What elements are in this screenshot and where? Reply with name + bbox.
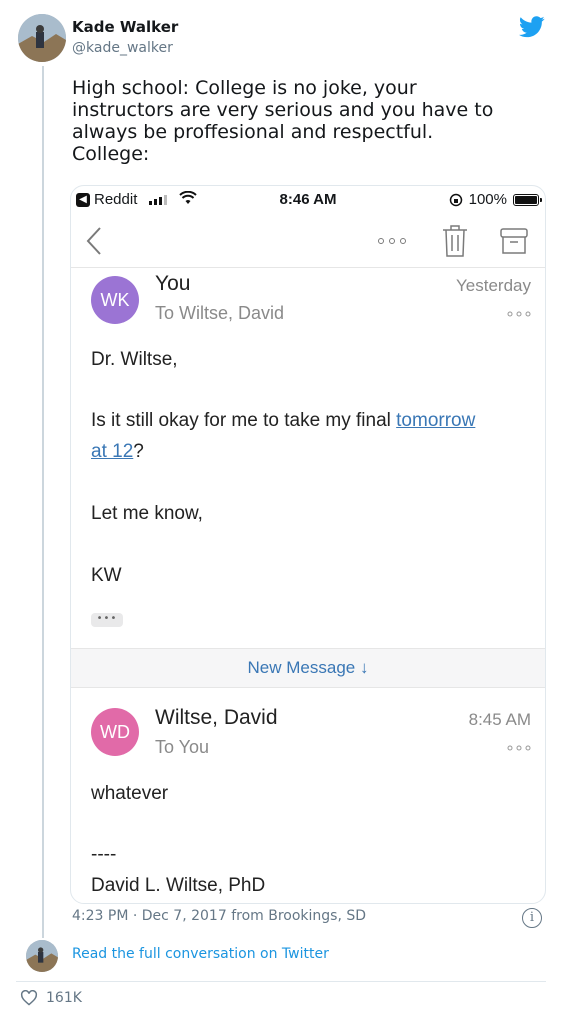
- message-text: Is it still okay for me to take my final: [91, 410, 397, 431]
- time-link[interactable]: at 12: [91, 441, 133, 462]
- battery-percent: 100%: [468, 191, 507, 208]
- email-toolbar: [71, 214, 545, 268]
- message-signoff: KW: [91, 565, 122, 586]
- signature: David L. Wiltse, PhD: [91, 875, 266, 896]
- message-closing: Let me know,: [91, 503, 203, 524]
- tweet-line: always be proffesional and respectful.: [72, 121, 434, 143]
- tweet-line: instructors are very serious and you hav…: [72, 99, 494, 121]
- small-avatar[interactable]: [26, 940, 58, 972]
- avatar[interactable]: WD: [91, 708, 139, 756]
- sender-name: You: [155, 272, 191, 295]
- message-time: Yesterday: [456, 276, 531, 295]
- like-button[interactable]: 161K: [20, 990, 82, 1006]
- message-body: whatever: [91, 783, 169, 804]
- back-chevron-icon[interactable]: [85, 226, 103, 256]
- tweet-text: High school: College is no joke, your in…: [72, 77, 542, 165]
- heart-icon: [20, 990, 38, 1006]
- avatar[interactable]: WK: [91, 276, 139, 324]
- battery-icon: [513, 193, 542, 206]
- message-line: Is it still okay for me to take my final…: [91, 410, 475, 432]
- message-text: ?: [133, 441, 144, 462]
- divider: [16, 981, 546, 982]
- new-message-banner[interactable]: New Message ↓: [71, 648, 545, 688]
- like-count: 161K: [46, 990, 82, 1006]
- message-line: at 12?: [91, 441, 144, 463]
- twitter-bird-icon[interactable]: [519, 16, 545, 38]
- author-handle[interactable]: @kade_walker: [72, 40, 173, 56]
- author-name[interactable]: Kade Walker: [72, 18, 178, 36]
- info-icon[interactable]: i: [522, 908, 542, 928]
- recipient: To Wiltse, David: [155, 303, 285, 323]
- message-time: 8:45 AM: [468, 710, 531, 729]
- message-more-icon[interactable]: [507, 745, 531, 751]
- trash-icon[interactable]: [441, 224, 469, 258]
- recipient: To You: [155, 737, 210, 757]
- date-link[interactable]: tomorrow: [396, 410, 475, 431]
- tweet-timestamp[interactable]: 4:23 PM · Dec 7, 2017 from Brookings, SD: [72, 908, 366, 924]
- archive-icon[interactable]: [499, 226, 529, 256]
- show-quoted-button[interactable]: •••: [91, 613, 123, 627]
- status-bar: ◀ Reddit 8:46 AM 100%: [71, 186, 545, 214]
- tweet-line: High school: College is no joke, your: [72, 77, 417, 99]
- email-screenshot[interactable]: ◀ Reddit 8:46 AM 100% WK You To Wiltse, …: [70, 185, 546, 904]
- sender-name: Wiltse, David: [155, 706, 278, 729]
- signature-separator: ----: [91, 844, 117, 865]
- read-conversation-link[interactable]: Read the full conversation on Twitter: [72, 946, 329, 962]
- author-avatar[interactable]: [18, 14, 66, 62]
- message-more-icon[interactable]: [507, 311, 531, 317]
- message-greeting: Dr. Wiltse,: [91, 349, 178, 370]
- more-options-icon[interactable]: [377, 237, 407, 245]
- tweet-line: College:: [72, 143, 150, 165]
- status-right: 100%: [449, 191, 542, 208]
- orientation-lock-icon: [449, 193, 462, 206]
- thread-line: [42, 66, 44, 938]
